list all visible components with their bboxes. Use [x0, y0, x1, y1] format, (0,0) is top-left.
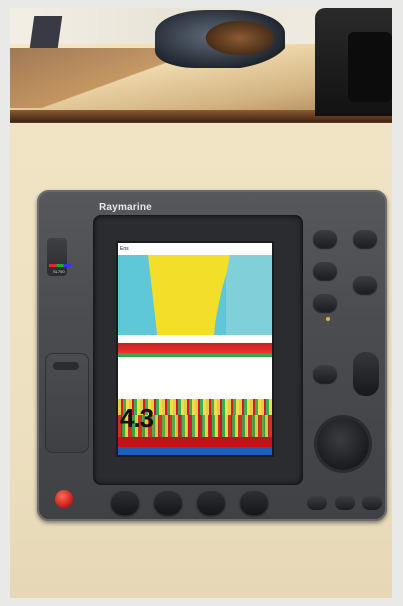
right-button-3[interactable]	[313, 262, 337, 280]
surface-green	[118, 353, 272, 357]
right-button-1[interactable]	[313, 230, 337, 248]
card-slot-button[interactable]	[53, 362, 79, 370]
fishfinder-pane	[118, 341, 272, 455]
indicator-leds	[49, 264, 71, 267]
power-button[interactable]	[55, 490, 73, 508]
photo: Raymarine SL700 Ens 4.3	[10, 8, 392, 598]
softkey-2[interactable]	[154, 491, 182, 515]
left-panel	[45, 353, 89, 453]
bottom-button-3[interactable]	[362, 496, 382, 510]
surface-band	[118, 343, 272, 353]
display-screen: Ens 4.3	[118, 243, 272, 455]
land-area	[148, 255, 230, 341]
trackpad[interactable]	[317, 418, 369, 470]
softkey-3[interactable]	[197, 491, 225, 515]
right-button-5[interactable]	[313, 294, 337, 312]
softkey-bar	[118, 447, 272, 455]
softkey-1[interactable]	[111, 491, 139, 515]
shallow-water	[226, 255, 272, 341]
brand-label: Raymarine	[99, 202, 152, 213]
range-rocker[interactable]	[353, 352, 379, 396]
right-button-4[interactable]	[353, 276, 377, 294]
right-button-2[interactable]	[353, 230, 377, 248]
bottom-button-1[interactable]	[307, 496, 327, 510]
model-badge: SL700	[53, 269, 65, 274]
seabed	[118, 437, 272, 447]
decor-basket-inner	[200, 18, 280, 58]
chart-map	[118, 255, 272, 341]
status-led	[326, 317, 330, 321]
decor-box	[29, 16, 63, 48]
chartplotter-device: Raymarine SL700 Ens 4.3	[37, 190, 387, 521]
softkey-4[interactable]	[240, 491, 268, 515]
right-button-6[interactable]	[313, 365, 337, 383]
depth-readout: 4.3	[120, 403, 154, 433]
bottom-button-2[interactable]	[335, 496, 355, 510]
screen-header: Ens	[118, 243, 272, 255]
background-scene	[10, 8, 392, 123]
dark-object-inner	[348, 32, 392, 102]
shelf-edge	[10, 48, 170, 108]
